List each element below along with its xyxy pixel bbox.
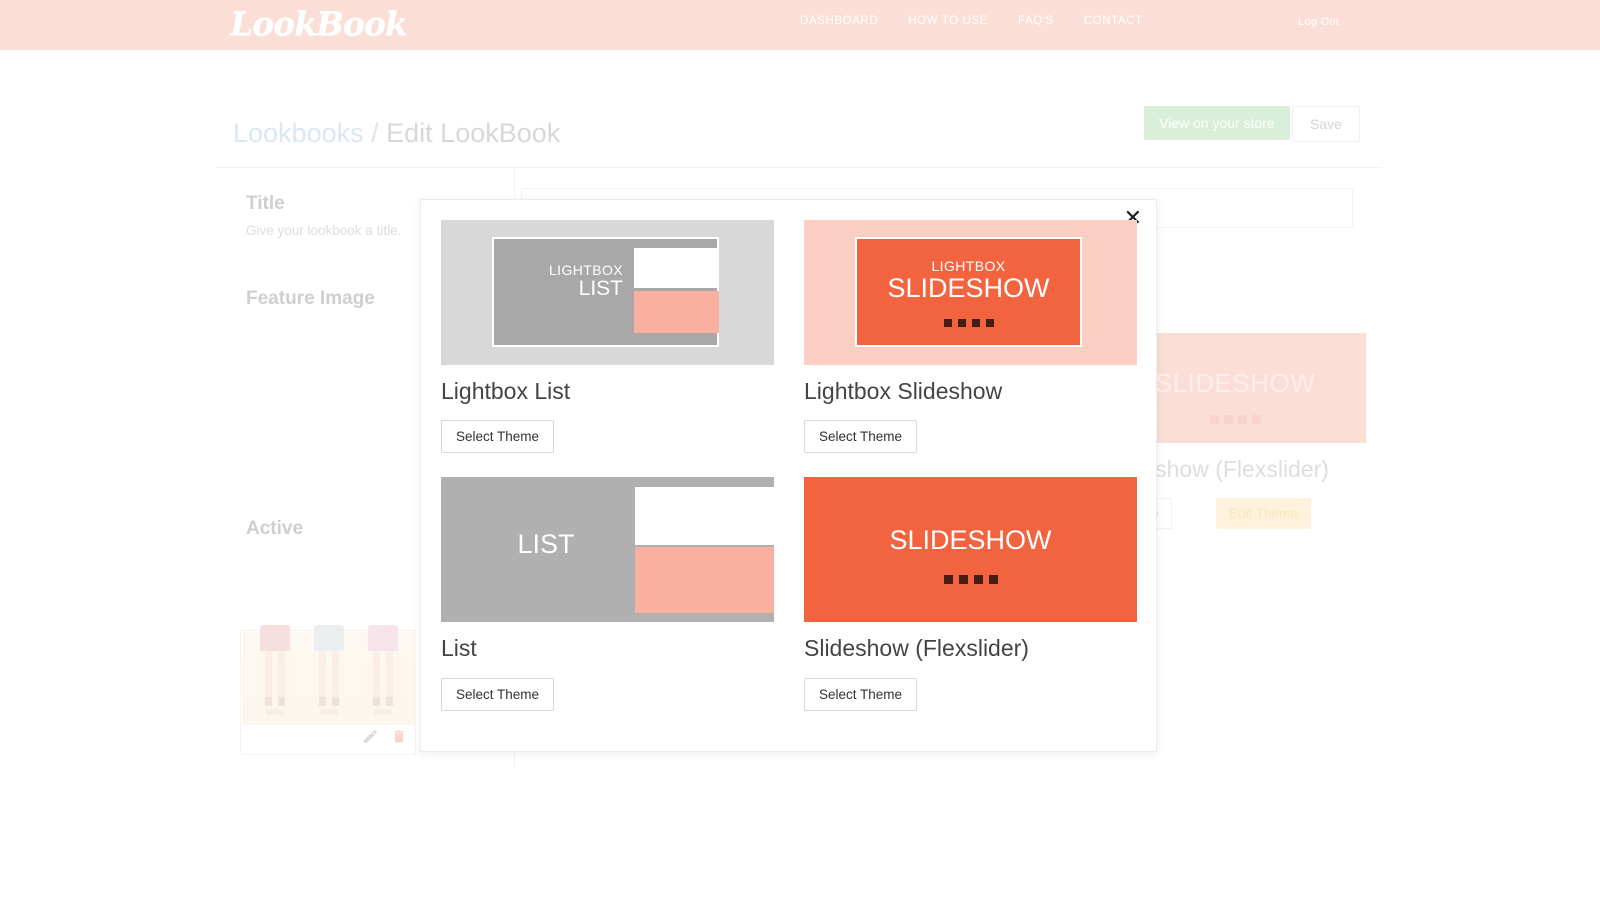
theme-card-slideshow[interactable]: SLIDESHOW Slideshow (Flexslider) Select … [804,477,1137,710]
nav-item-contact[interactable]: CONTACT [1084,15,1143,27]
title-field-label: Title [246,193,285,215]
theme-thumbnail-list: LIST [441,477,774,622]
breadcrumb-current: Edit LookBook [386,118,560,148]
thumb-salmon-box [635,547,774,613]
theme-name: Lightbox Slideshow [804,379,1137,404]
lookbook-image-thumbnail [242,632,416,725]
title-field-help: Give your lookbook a title. [246,223,401,238]
breadcrumb-parent-link[interactable]: Lookbooks [233,118,364,148]
theme-name: Lightbox List [441,379,774,404]
thumb-label-line1: LIGHTBOX [857,259,1080,274]
delete-trash-icon[interactable] [391,728,407,750]
top-header-bar: LookBook DASHBOARD HOW TO USE FAQ'S CONT… [0,0,1600,50]
main-nav: DASHBOARD HOW TO USE FAQ'S CONTACT [800,15,1143,27]
theme-thumbnail-slideshow: SLIDESHOW [804,477,1137,622]
select-theme-button-list[interactable]: Select Theme [441,678,554,711]
thumb-label-line2: SLIDESHOW [804,525,1137,556]
thumb-label-line2: SLIDESHOW [857,274,1080,302]
nav-item-faqs[interactable]: FAQ'S [1018,15,1054,27]
theme-name: Slideshow (Flexslider) [804,636,1137,661]
theme-card-list[interactable]: LIST List Select Theme [441,477,774,710]
view-on-store-button[interactable]: View on your store [1144,106,1290,140]
select-theme-button-lightbox-list[interactable]: Select Theme [441,420,554,453]
theme-thumbnail-lightbox-slideshow: LIGHTBOX SLIDESHOW [804,220,1137,365]
edit-theme-button[interactable]: Edit Theme [1216,498,1311,529]
logout-link[interactable]: Log Out [1298,16,1339,28]
select-theme-button-lightbox-slideshow[interactable]: Select Theme [804,420,917,453]
theme-grid: LIGHTBOX LIST Lightbox List Select Theme… [441,220,1137,711]
thumb-slider-dots [857,319,1080,327]
theme-name: List [441,636,774,661]
edit-pencil-icon[interactable] [362,728,379,750]
active-label: Active [246,518,303,540]
lookbook-image-card-actions [362,728,407,750]
thumb-label-line2: LIST [508,278,623,300]
thumb-label-line2: LIST [471,529,621,560]
feature-image-label: Feature Image [246,288,375,310]
lookbook-image-card[interactable] [240,630,416,755]
theme-picker-modal: ✕ LIGHTBOX LIST Lightbox List Select The… [420,199,1157,752]
theme-thumbnail-lightbox-list: LIGHTBOX LIST [441,220,774,365]
select-theme-button-slideshow[interactable]: Select Theme [804,678,917,711]
theme-card-lightbox-slideshow[interactable]: LIGHTBOX SLIDESHOW Lightbox Slideshow Se… [804,220,1137,453]
nav-item-dashboard[interactable]: DASHBOARD [800,15,878,27]
nav-item-how-to-use[interactable]: HOW TO USE [908,15,988,27]
breadcrumb-separator: / [371,118,379,148]
app-logo[interactable]: LookBook [230,4,407,43]
thumb-white-box [634,248,719,288]
app-root: LookBook DASHBOARD HOW TO USE FAQ'S CONT… [0,0,1600,900]
thumb-salmon-box [634,291,719,333]
thumb-white-box [635,487,774,545]
thumb-slider-dots [804,575,1137,584]
theme-card-lightbox-list[interactable]: LIGHTBOX LIST Lightbox List Select Theme [441,220,774,453]
save-button[interactable]: Save [1292,106,1360,142]
thumb-label-line1: LIGHTBOX [508,263,623,278]
breadcrumb: Lookbooks / Edit LookBook [233,118,560,149]
